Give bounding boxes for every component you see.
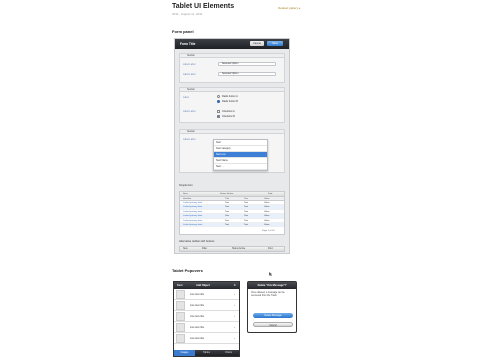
select-field[interactable]: Selected Option bbox=[218, 72, 276, 76]
popover-message: Once deleted, a message can be recovered… bbox=[251, 292, 285, 297]
radio-group-label: Label bbox=[183, 96, 189, 99]
section-group-1: Section Label Label Selected Option Labe… bbox=[179, 53, 285, 83]
list-item[interactable]: Line item title › bbox=[174, 289, 239, 300]
table-cell[interactable]: Linked primary data bbox=[183, 223, 202, 227]
alt-toolbar-find[interactable]: Find bbox=[268, 247, 272, 252]
thumbnail bbox=[176, 290, 185, 299]
select-field[interactable]: Selected Option bbox=[218, 62, 276, 66]
list-item-title: Line item title bbox=[190, 315, 205, 318]
list-item-title: Line item title bbox=[190, 304, 205, 307]
section-heading: Section bbox=[180, 88, 284, 92]
alt-toolbar: New Filter Status Active Find bbox=[179, 246, 285, 252]
radio-b[interactable] bbox=[217, 100, 220, 103]
back-button[interactable]: Back bbox=[177, 282, 183, 289]
thumbnail bbox=[176, 301, 185, 310]
chevron-right-icon: › bbox=[234, 304, 235, 307]
table-pager[interactable]: Page 1 of 10 bbox=[262, 230, 274, 232]
list-item-title: Line item title bbox=[190, 293, 205, 296]
popover-header: Back Add Object ⚙ bbox=[174, 282, 239, 289]
table-cell: Text bbox=[225, 223, 230, 226]
cursor-icon bbox=[269, 272, 272, 276]
table-title: Simple form bbox=[179, 184, 193, 187]
form-title: Form Title bbox=[180, 42, 196, 46]
form-panel-header: Form Title Cancel Save bbox=[175, 39, 289, 49]
radio-b-label: Radio button B bbox=[222, 100, 238, 103]
tab-images[interactable]: Images bbox=[174, 350, 195, 356]
delete-confirm-popover: Delete "this Message"? Once deleted, a m… bbox=[247, 281, 297, 333]
dropdown-menu: Next Next category Next text Next Name N… bbox=[213, 139, 268, 171]
related-link[interactable]: Related gallery ▸ bbox=[278, 6, 300, 10]
add-object-popover: Back Add Object ⚙ Line item title › Line … bbox=[173, 281, 240, 357]
alt-toolbar-filter[interactable]: Filter bbox=[202, 247, 207, 252]
checkbox-b[interactable] bbox=[217, 115, 220, 118]
field-label: Label Label bbox=[183, 73, 196, 76]
form-panel: Form Title Cancel Save Section Label Lab… bbox=[174, 38, 290, 254]
section-heading: Section bbox=[180, 130, 284, 134]
popover-title: Add Object bbox=[196, 284, 210, 287]
chevron-right-icon: › bbox=[234, 326, 235, 329]
list-item[interactable]: Line item title › bbox=[174, 300, 239, 311]
list-item[interactable]: Line item title › bbox=[174, 333, 239, 344]
section-group-2: Section Label Radio button A Radio butto… bbox=[179, 87, 285, 123]
checkbox-b-label: Checkbox B bbox=[222, 115, 235, 118]
list-item[interactable]: Line item title › bbox=[174, 311, 239, 322]
thumbnail bbox=[176, 323, 185, 332]
page-title: Tablet UI Elements bbox=[172, 3, 235, 10]
dropdown-option[interactable]: Next ... bbox=[214, 164, 267, 170]
chevron-right-icon: › bbox=[234, 315, 235, 318]
cancel-button[interactable]: Cancel bbox=[253, 322, 293, 327]
checkbox-group-label: Label Label bbox=[183, 110, 196, 113]
alt-toolbar-status[interactable]: Status Active bbox=[232, 247, 245, 252]
chevron-right-icon: › bbox=[234, 293, 235, 296]
thumbnail bbox=[176, 312, 185, 321]
popover-tab-bar: Images Tables Charts bbox=[174, 350, 239, 356]
radio-a[interactable] bbox=[217, 95, 220, 98]
section-heading: Section bbox=[180, 54, 284, 58]
gear-icon[interactable]: ⚙ bbox=[234, 282, 236, 289]
field-label: Label Label bbox=[183, 63, 196, 66]
checkbox-a-label: Checkbox A bbox=[222, 110, 235, 113]
section-title-form-panel: Form panel bbox=[172, 29, 194, 34]
delete-message-button[interactable]: Delete Message bbox=[253, 313, 293, 318]
list-item[interactable]: Line item title › bbox=[174, 322, 239, 333]
save-button[interactable]: Save bbox=[267, 41, 283, 46]
field-label: Label Label bbox=[183, 138, 196, 141]
cancel-button[interactable]: Cancel bbox=[250, 41, 264, 46]
tab-charts[interactable]: Charts bbox=[218, 350, 239, 356]
data-table: Next Status: Active Find Identifier Titl… bbox=[179, 191, 285, 235]
page-date: 2011 · August 11, 2011 bbox=[172, 12, 203, 16]
alt-toolbar-new[interactable]: New bbox=[183, 247, 188, 252]
tab-tables[interactable]: Tables bbox=[196, 350, 217, 356]
thumbnail bbox=[176, 334, 185, 343]
table-row[interactable]: Linked primary data Text Text Value bbox=[180, 222, 284, 228]
radio-a-label: Radio button A bbox=[222, 95, 238, 98]
chevron-right-icon: › bbox=[234, 337, 235, 340]
list-item-title: Line item title bbox=[190, 337, 205, 340]
popover-title: Delete "this Message"? bbox=[248, 282, 296, 289]
table-cell: Value bbox=[264, 223, 270, 226]
section-title-popovers: Tablet Popovers bbox=[172, 268, 203, 273]
list-item-title: Line item title bbox=[190, 326, 205, 329]
alt-toolbar-title: Alternative toolbar with buttons bbox=[179, 240, 215, 243]
checkbox-a[interactable] bbox=[217, 110, 220, 113]
table-cell: Text bbox=[244, 223, 249, 226]
